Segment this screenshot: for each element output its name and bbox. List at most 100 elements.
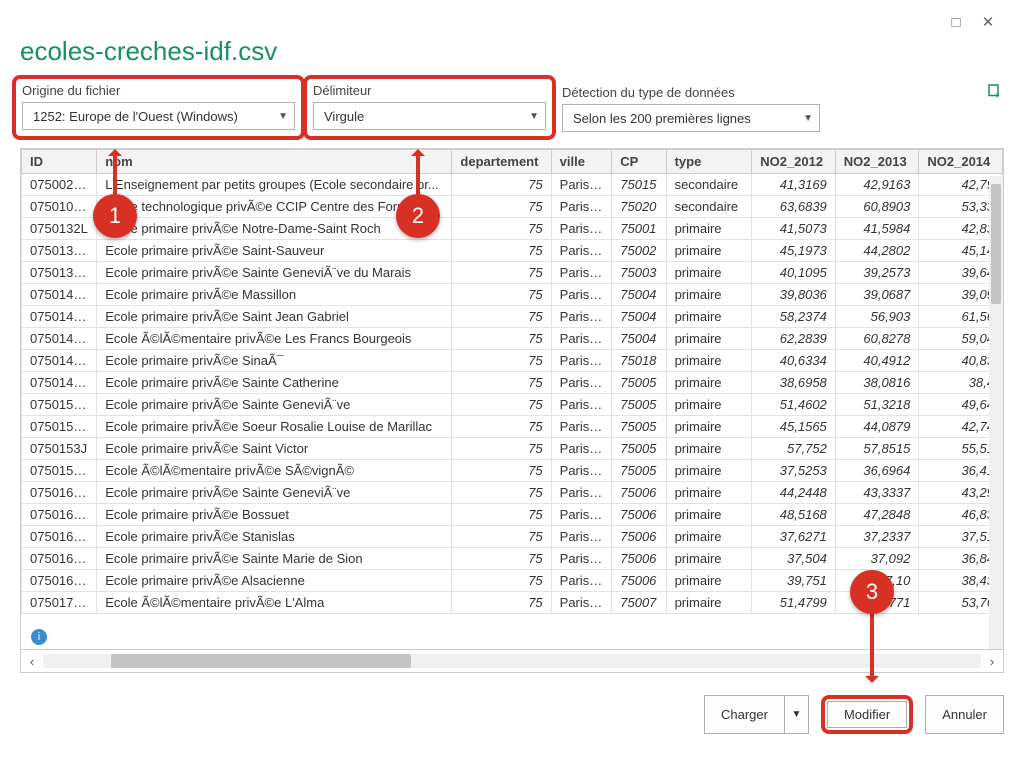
cell-dep: 75 <box>452 306 551 328</box>
cell-n12: 38,6958 <box>752 372 836 394</box>
horizontal-scroll-thumb[interactable] <box>111 654 411 668</box>
col-no2-2014[interactable]: NO2_2014 <box>919 150 1003 174</box>
cell-cp: 75020 <box>612 196 666 218</box>
scroll-left-icon[interactable]: ‹ <box>21 650 43 672</box>
cell-type: primaire <box>666 592 752 614</box>
cell-cp: 75002 <box>612 240 666 262</box>
cell-cp: 75006 <box>612 504 666 526</box>
cell-ville: Paris 05 <box>551 438 612 460</box>
cell-id: 0750136R <box>22 240 97 262</box>
cancel-button[interactable]: Annuler <box>925 695 1004 734</box>
horizontal-scrollbar[interactable]: ‹ › <box>20 650 1004 673</box>
table-row[interactable]: 0750138TEcole primaire privÃ©e Sainte Ge… <box>22 262 1003 284</box>
table-row[interactable]: 0750026WL'Enseignement par petits groupe… <box>22 174 1003 196</box>
cell-type: primaire <box>666 526 752 548</box>
cell-nom: L'Enseignement par petits groupes (Ecole… <box>97 174 452 196</box>
refresh-button[interactable] <box>986 81 1004 101</box>
refresh-icon <box>986 81 1004 101</box>
cell-n12: 48,5168 <box>752 504 836 526</box>
col-type[interactable]: type <box>666 150 752 174</box>
cell-dep: 75 <box>452 504 551 526</box>
load-button[interactable]: Charger <box>704 695 785 734</box>
cell-ville: Paris 04 <box>551 284 612 306</box>
table-row[interactable]: 0750154KEcole Ã©lÃ©mentaire privÃ©e SÃ©v… <box>22 460 1003 482</box>
cell-dep: 75 <box>452 262 551 284</box>
close-icon[interactable]: ✕ <box>978 14 998 30</box>
cell-dep: 75 <box>452 526 551 548</box>
cell-ville: Paris 04 <box>551 328 612 350</box>
maximize-icon[interactable]: □ <box>946 14 966 30</box>
delimiter-value: Virgule <box>324 109 364 124</box>
cell-type: primaire <box>666 570 752 592</box>
table-row[interactable]: 0750145AEcole Ã©lÃ©mentaire privÃ©e Les … <box>22 328 1003 350</box>
cell-id: 0750164W <box>22 504 97 526</box>
delimiter-label: Délimiteur <box>313 83 546 98</box>
table-row[interactable]: 0750141WEcole primaire privÃ©e Massillon… <box>22 284 1003 306</box>
chevron-down-icon: ▼ <box>278 111 288 122</box>
col-id[interactable]: ID <box>22 150 97 174</box>
cell-id: 0750168A <box>22 548 97 570</box>
cell-n12: 51,4602 <box>752 394 836 416</box>
cell-dep: 75 <box>452 570 551 592</box>
cell-id: 0750169B <box>22 570 97 592</box>
col-cp[interactable]: CP <box>612 150 666 174</box>
cell-n12: 37,5253 <box>752 460 836 482</box>
table-row[interactable]: 0750168AEcole primaire privÃ©e Sainte Ma… <box>22 548 1003 570</box>
cell-cp: 75006 <box>612 548 666 570</box>
cell-cp: 75005 <box>612 438 666 460</box>
delimiter-combobox[interactable]: Virgule ▼ <box>313 102 546 130</box>
table-row[interactable]: 0750161TEcole primaire privÃ©e Sainte Ge… <box>22 482 1003 504</box>
table-row[interactable]: 0750142XEcole primaire privÃ©e Saint Jea… <box>22 306 1003 328</box>
cell-dep: 75 <box>452 416 551 438</box>
cell-n12: 41,5073 <box>752 218 836 240</box>
cell-ville: Paris 01 <box>551 218 612 240</box>
cell-n13: 43,3337 <box>835 482 919 504</box>
cell-dep: 75 <box>452 350 551 372</box>
cell-n12: 41,3169 <box>752 174 836 196</box>
load-split-button[interactable]: ▼ <box>785 695 809 734</box>
cell-cp: 75004 <box>612 284 666 306</box>
cell-id: 0750148D <box>22 350 97 372</box>
detect-value: Selon les 200 premières lignes <box>573 111 751 126</box>
cell-type: primaire <box>666 482 752 504</box>
table-row[interactable]: 0750149EEcole primaire privÃ©e Sainte Ca… <box>22 372 1003 394</box>
table-row[interactable]: 0750106HEcole technologique privÃ©e CCIP… <box>22 196 1003 218</box>
col-ville[interactable]: ville <box>551 150 612 174</box>
col-no2-2012[interactable]: NO2_2012 <box>752 150 836 174</box>
cell-ville: Paris 06 <box>551 548 612 570</box>
cell-id: 0750132L <box>22 218 97 240</box>
cell-dep: 75 <box>452 284 551 306</box>
cell-id: 0750150F <box>22 394 97 416</box>
table-row[interactable]: 0750167ZEcole primaire privÃ©e Stanislas… <box>22 526 1003 548</box>
col-no2-2013[interactable]: NO2_2013 <box>835 150 919 174</box>
cell-cp: 75005 <box>612 416 666 438</box>
horizontal-scroll-track[interactable] <box>43 654 981 668</box>
table-row[interactable]: 0750153JEcole primaire privÃ©e Saint Vic… <box>22 438 1003 460</box>
vertical-scroll-thumb[interactable] <box>991 184 1001 304</box>
modify-button[interactable]: Modifier <box>827 701 907 728</box>
cell-nom: Ecole primaire privÃ©e Sainte GeneviÃ¨ve <box>97 394 452 416</box>
cell-n12: 45,1973 <box>752 240 836 262</box>
cell-n13: 36,6964 <box>835 460 919 482</box>
table-row[interactable]: 0750151GEcole primaire privÃ©e Soeur Ros… <box>22 416 1003 438</box>
origin-combobox[interactable]: 1252: Europe de l'Ouest (Windows) ▼ <box>22 102 295 130</box>
col-nom[interactable]: nom <box>97 150 452 174</box>
table-row[interactable]: 0750164WEcole primaire privÃ©e Bossuet75… <box>22 504 1003 526</box>
cell-type: primaire <box>666 284 752 306</box>
cell-n13: 60,8278 <box>835 328 919 350</box>
table-row[interactable]: 0750136REcole primaire privÃ©e Saint-Sau… <box>22 240 1003 262</box>
cell-n12: 58,2374 <box>752 306 836 328</box>
col-departement[interactable]: departement <box>452 150 551 174</box>
table-row[interactable]: 0750150FEcole primaire privÃ©e Sainte Ge… <box>22 394 1003 416</box>
cell-ville: Paris 06 <box>551 482 612 504</box>
vertical-scrollbar[interactable] <box>989 176 1003 649</box>
cell-dep: 75 <box>452 240 551 262</box>
cell-cp: 75004 <box>612 328 666 350</box>
cell-type: primaire <box>666 240 752 262</box>
table-row[interactable]: 0750148DEcole primaire privÃ©e SinaÃ¯75P… <box>22 350 1003 372</box>
cell-cp: 75005 <box>612 372 666 394</box>
table-row[interactable]: 0750132LEcole primaire privÃ©e Notre-Dam… <box>22 218 1003 240</box>
cell-n13: 47,2848 <box>835 504 919 526</box>
scroll-right-icon[interactable]: › <box>981 650 1003 672</box>
detect-combobox[interactable]: Selon les 200 premières lignes ▼ <box>562 104 820 132</box>
